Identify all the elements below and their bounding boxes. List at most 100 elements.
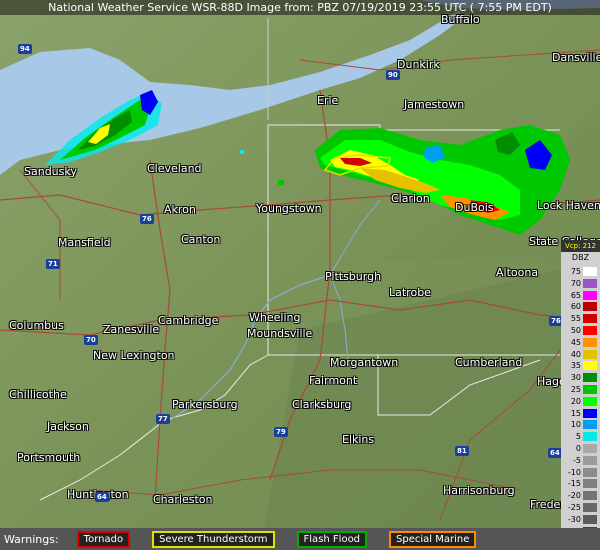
legend-swatch bbox=[583, 373, 597, 383]
radar-map-view: National Weather Service WSR-88D Image f… bbox=[0, 0, 600, 550]
flash-flood-warning-key: Flash Flood bbox=[296, 530, 368, 548]
city-label: Chillicothe bbox=[9, 388, 67, 401]
city-label: Parkersburg bbox=[172, 398, 238, 411]
legend-swatch bbox=[583, 514, 597, 524]
small-echo bbox=[278, 180, 284, 185]
legend-row: 20 bbox=[561, 396, 600, 407]
legend-row: 70 bbox=[561, 278, 600, 289]
city-label: Clarksburg bbox=[292, 398, 352, 411]
legend-value: 40 bbox=[570, 349, 581, 359]
legend-value: 55 bbox=[570, 314, 581, 324]
warnings-bar: Warnings: Tornado Severe Thunderstorm Fl… bbox=[0, 528, 600, 550]
legend-value: -15 bbox=[567, 479, 581, 489]
legend-value: 35 bbox=[570, 361, 581, 371]
highway-shield: 94 bbox=[18, 44, 32, 54]
legend-value: 10 bbox=[570, 420, 581, 430]
city-label: Portsmouth bbox=[17, 451, 81, 464]
small-echo bbox=[240, 150, 244, 154]
legend-swatch bbox=[583, 491, 597, 501]
city-label: Moundsville bbox=[247, 327, 313, 340]
warnings-label: Warnings: bbox=[4, 532, 59, 546]
legend-swatch bbox=[583, 290, 597, 300]
city-label: Elkins bbox=[342, 433, 375, 446]
legend-row: 50 bbox=[561, 325, 600, 336]
legend-swatch bbox=[583, 267, 597, 276]
legend-value: 65 bbox=[570, 290, 581, 300]
city-label: New Lexington bbox=[93, 349, 175, 362]
legend-row: 75 bbox=[561, 266, 600, 277]
legend-swatch bbox=[583, 503, 597, 512]
city-label: Wheeling bbox=[249, 311, 301, 324]
legend-unit: DBZ bbox=[571, 253, 590, 262]
legend-swatch bbox=[583, 444, 597, 453]
severe-thunderstorm-warning-key: Severe Thunderstorm bbox=[152, 530, 275, 548]
legend-value: 70 bbox=[570, 278, 581, 288]
legend-row: 35 bbox=[561, 360, 600, 371]
legend-value: 30 bbox=[570, 373, 581, 383]
special-marine-warning-key: Special Marine bbox=[389, 530, 477, 548]
legend-row: -5 bbox=[561, 455, 600, 466]
legend-swatch bbox=[583, 455, 597, 465]
legend-row: 5 bbox=[561, 431, 600, 442]
legend-value: -25 bbox=[567, 503, 581, 512]
legend-row: -10 bbox=[561, 467, 600, 478]
legend-swatch bbox=[583, 337, 597, 347]
legend-vcp: Vcp: 212 bbox=[561, 240, 600, 252]
image-title-bar: National Weather Service WSR-88D Image f… bbox=[0, 0, 600, 15]
city-label: Columbus bbox=[9, 319, 64, 332]
city-label: Harrisonburg bbox=[443, 484, 515, 497]
city-label: Cumberland bbox=[455, 356, 523, 369]
highway-shield: 76 bbox=[140, 214, 154, 224]
city-label: DuBois bbox=[455, 201, 494, 214]
legend-row: -15 bbox=[561, 478, 600, 489]
city-label: Pittsburgh bbox=[325, 270, 382, 283]
highway-shield: 77 bbox=[156, 414, 170, 424]
legend-row: 30 bbox=[561, 372, 600, 383]
legend-value: -10 bbox=[567, 467, 581, 477]
legend-value: 25 bbox=[570, 385, 581, 394]
legend-value: 5 bbox=[575, 432, 581, 442]
legend-value: 0 bbox=[575, 444, 581, 453]
city-label: Akron bbox=[164, 203, 196, 216]
city-label: Youngstown bbox=[256, 202, 322, 215]
legend-value: -5 bbox=[573, 455, 581, 465]
tornado-warning-key: Tornado bbox=[76, 530, 131, 548]
legend-value: 15 bbox=[570, 408, 581, 418]
city-label: Latrobe bbox=[389, 286, 431, 299]
highway-shield: 64 bbox=[548, 448, 562, 458]
highway-shield: 71 bbox=[46, 259, 60, 269]
legend-value: 75 bbox=[570, 267, 581, 276]
legend-row: 45 bbox=[561, 337, 600, 348]
city-label: Mansfield bbox=[58, 236, 111, 249]
city-label: Charleston bbox=[153, 493, 213, 506]
city-label: Clarion bbox=[391, 192, 430, 205]
highway-shield: 90 bbox=[386, 70, 400, 80]
highway-shield: 79 bbox=[274, 427, 288, 437]
legend-swatch bbox=[583, 420, 597, 430]
city-label: Lock Haven bbox=[537, 199, 600, 212]
legend-swatch bbox=[583, 432, 597, 442]
city-label: Jamestown bbox=[404, 98, 465, 111]
highway-shield: 64 bbox=[95, 492, 109, 502]
legend-value: -20 bbox=[567, 491, 581, 501]
legend-swatch bbox=[583, 349, 597, 359]
legend-swatch bbox=[583, 302, 597, 312]
legend-swatch bbox=[583, 278, 597, 288]
legend-row: 15 bbox=[561, 408, 600, 419]
city-label: Jackson bbox=[47, 420, 89, 433]
legend-row: 0 bbox=[561, 443, 600, 454]
legend-row: -30 bbox=[561, 514, 600, 525]
legend-swatch bbox=[583, 326, 597, 335]
legend-row: -25 bbox=[561, 502, 600, 513]
legend-row: 10 bbox=[561, 419, 600, 430]
legend-swatch bbox=[583, 408, 597, 418]
legend-swatch bbox=[583, 314, 597, 324]
legend-value: -30 bbox=[567, 514, 581, 524]
city-label: Sandusky bbox=[24, 165, 77, 178]
legend-value: 45 bbox=[570, 337, 581, 347]
city-label: Cambridge bbox=[158, 314, 219, 327]
legend-swatch bbox=[583, 467, 597, 477]
legend-row: 55 bbox=[561, 313, 600, 324]
city-label: Fairmont bbox=[309, 374, 358, 387]
legend-row: -20 bbox=[561, 490, 600, 501]
